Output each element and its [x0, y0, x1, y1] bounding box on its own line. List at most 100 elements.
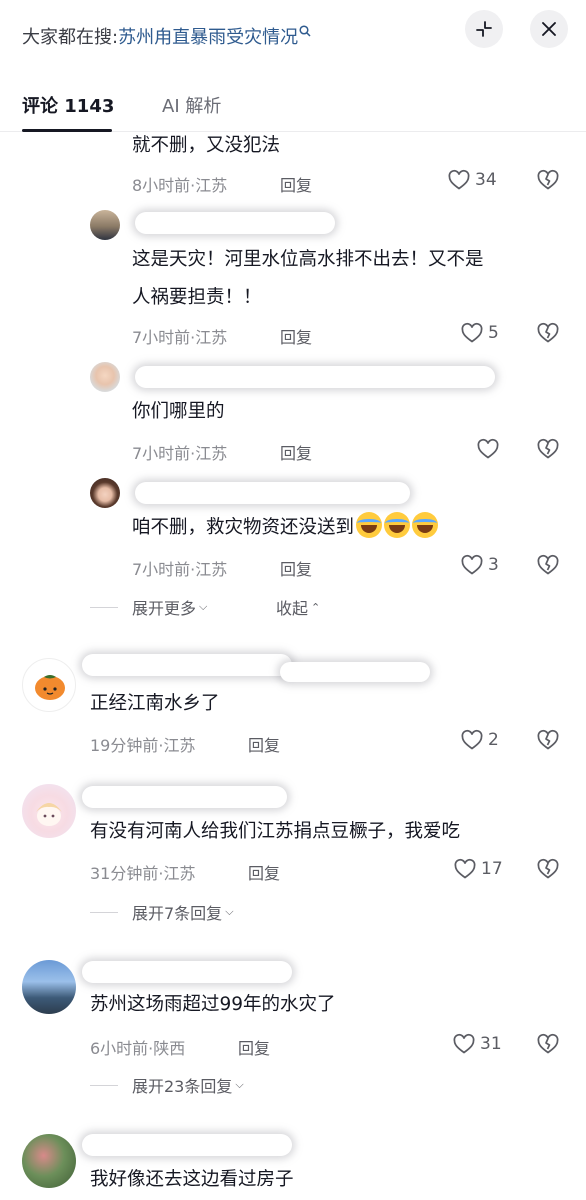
dislike-button[interactable] [536, 437, 560, 465]
close-button[interactable] [530, 10, 568, 48]
comment-time-location: 7小时前·江苏 [132, 328, 228, 347]
minimize-button[interactable] [465, 10, 503, 48]
broken-heart-icon [537, 858, 559, 879]
expand-replies[interactable]: 展开7条回复 ⌵ [90, 900, 234, 924]
anime-avatar-icon [36, 803, 62, 826]
comment-time-location: 19分钟前·江苏 [90, 736, 196, 755]
divider [90, 606, 118, 608]
dislike-button[interactable] [536, 728, 560, 756]
avatar[interactable] [90, 362, 120, 392]
collapse-label: 收起 [276, 599, 309, 618]
like-count: 31 [480, 1034, 502, 1054]
tab-active-indicator [22, 129, 112, 132]
dislike-button[interactable] [536, 168, 560, 196]
like-button[interactable]: 31 [452, 1032, 502, 1056]
reply-button[interactable]: 回复 [248, 860, 280, 884]
trending-search-bar[interactable]: 大家都在搜: 苏州甪直暴雨受灾情况 [22, 18, 311, 54]
avatar[interactable] [90, 478, 120, 508]
broken-heart-icon [537, 729, 559, 750]
chevron-up-icon: ⌃ [311, 600, 321, 614]
comment-time-location: 6小时前·陕西 [90, 1039, 186, 1058]
username-redacted [135, 366, 495, 388]
comment-text: 就不删，又没犯法 [132, 135, 281, 156]
like-count: 2 [488, 730, 499, 750]
expand-more-replies[interactable]: 展开更多 ⌵ [90, 595, 207, 619]
heart-icon [461, 729, 483, 750]
comment-text: 你们哪里的 [132, 401, 225, 422]
like-count: 34 [475, 170, 497, 190]
expand-replies-label: 展开23条回复 [132, 1077, 233, 1096]
avatar[interactable] [90, 210, 120, 240]
reply-button[interactable]: 回复 [238, 1035, 270, 1059]
laughing-crying-emoji [384, 512, 411, 538]
broken-heart-icon [537, 169, 559, 190]
username-redacted [135, 482, 410, 504]
expand-replies-label: 展开7条回复 [132, 904, 223, 923]
reply-button[interactable]: 回复 [280, 324, 312, 348]
heart-icon [454, 858, 476, 879]
username-redacted [82, 961, 292, 983]
like-count: 17 [481, 859, 503, 879]
comment-time-location: 7小时前·江苏 [132, 560, 228, 579]
minimize-icon [476, 21, 492, 37]
username-redacted [280, 662, 430, 682]
trending-query-link[interactable]: 苏州甪直暴雨受灾情况 [118, 23, 298, 49]
avatar[interactable] [22, 960, 76, 1014]
like-button[interactable]: 2 [460, 728, 499, 752]
chevron-down-icon: ⌵ [235, 1078, 244, 1091]
like-button[interactable]: 3 [460, 553, 499, 577]
comment-text-body: 咱不删，救灾物资还没送到 [132, 517, 355, 538]
username-redacted [135, 212, 335, 234]
like-count: 3 [488, 555, 499, 575]
avatar[interactable] [22, 658, 76, 712]
heart-icon [477, 438, 499, 459]
heart-icon [453, 1033, 475, 1054]
trending-label: 大家都在搜: [22, 27, 119, 48]
tab-comments[interactable]: 评论 1143 [22, 92, 114, 118]
broken-heart-icon [537, 322, 559, 343]
reply-button[interactable]: 回复 [280, 556, 312, 580]
broken-heart-icon [537, 554, 559, 575]
broken-heart-icon [537, 438, 559, 459]
search-icon[interactable] [299, 25, 311, 41]
heart-icon [448, 169, 470, 190]
dislike-button[interactable] [536, 857, 560, 885]
collapse-replies[interactable]: 收起 ⌃ [276, 595, 320, 619]
avatar[interactable] [22, 1134, 76, 1188]
dislike-button[interactable] [536, 321, 560, 349]
expand-replies[interactable]: 展开23条回复 ⌵ [90, 1073, 244, 1097]
like-button[interactable] [476, 437, 504, 461]
comment-text: 有没有河南人给我们江苏捐点豆橛子，我爱吃 [90, 821, 461, 842]
persimmon-avatar-icon [35, 675, 65, 700]
tab-ai-analysis[interactable]: AI 解析 [162, 92, 221, 118]
comment-time-location: 7小时前·江苏 [132, 444, 228, 463]
reply-button[interactable]: 回复 [280, 440, 312, 464]
dislike-button[interactable] [536, 1032, 560, 1060]
comment-text: 这是天灾！河里水位高水排不出去！又不是 [132, 249, 484, 270]
like-button[interactable]: 17 [453, 857, 503, 881]
broken-heart-icon [537, 1033, 559, 1054]
comment-time-location: 8小时前·江苏 [132, 176, 228, 195]
heart-icon [461, 322, 483, 343]
close-icon [542, 22, 556, 36]
divider [90, 911, 118, 913]
expand-more-label: 展开更多 [132, 599, 197, 618]
avatar[interactable] [22, 784, 76, 838]
like-button[interactable]: 5 [460, 321, 499, 345]
chevron-down-icon: ⌵ [225, 905, 234, 918]
comment-tabs: 评论 1143 AI 解析 [0, 80, 586, 132]
comment-text: 苏州这场雨超过99年的水灾了 [90, 994, 336, 1015]
like-count: 5 [488, 323, 499, 343]
username-redacted [82, 786, 287, 808]
laughing-crying-emoji [412, 512, 439, 538]
reply-button[interactable]: 回复 [248, 732, 280, 756]
dislike-button[interactable] [536, 553, 560, 581]
heart-icon [461, 554, 483, 575]
like-button[interactable]: 34 [447, 168, 497, 192]
divider [90, 1084, 118, 1086]
comment-text: 正经江南水乡了 [90, 693, 220, 714]
comment-text: 人祸要担责！！ [132, 287, 262, 308]
chevron-down-icon: ⌵ [199, 600, 208, 613]
comment-text: 我好像还去这边看过房子 [90, 1169, 294, 1190]
reply-button[interactable]: 回复 [280, 172, 312, 196]
